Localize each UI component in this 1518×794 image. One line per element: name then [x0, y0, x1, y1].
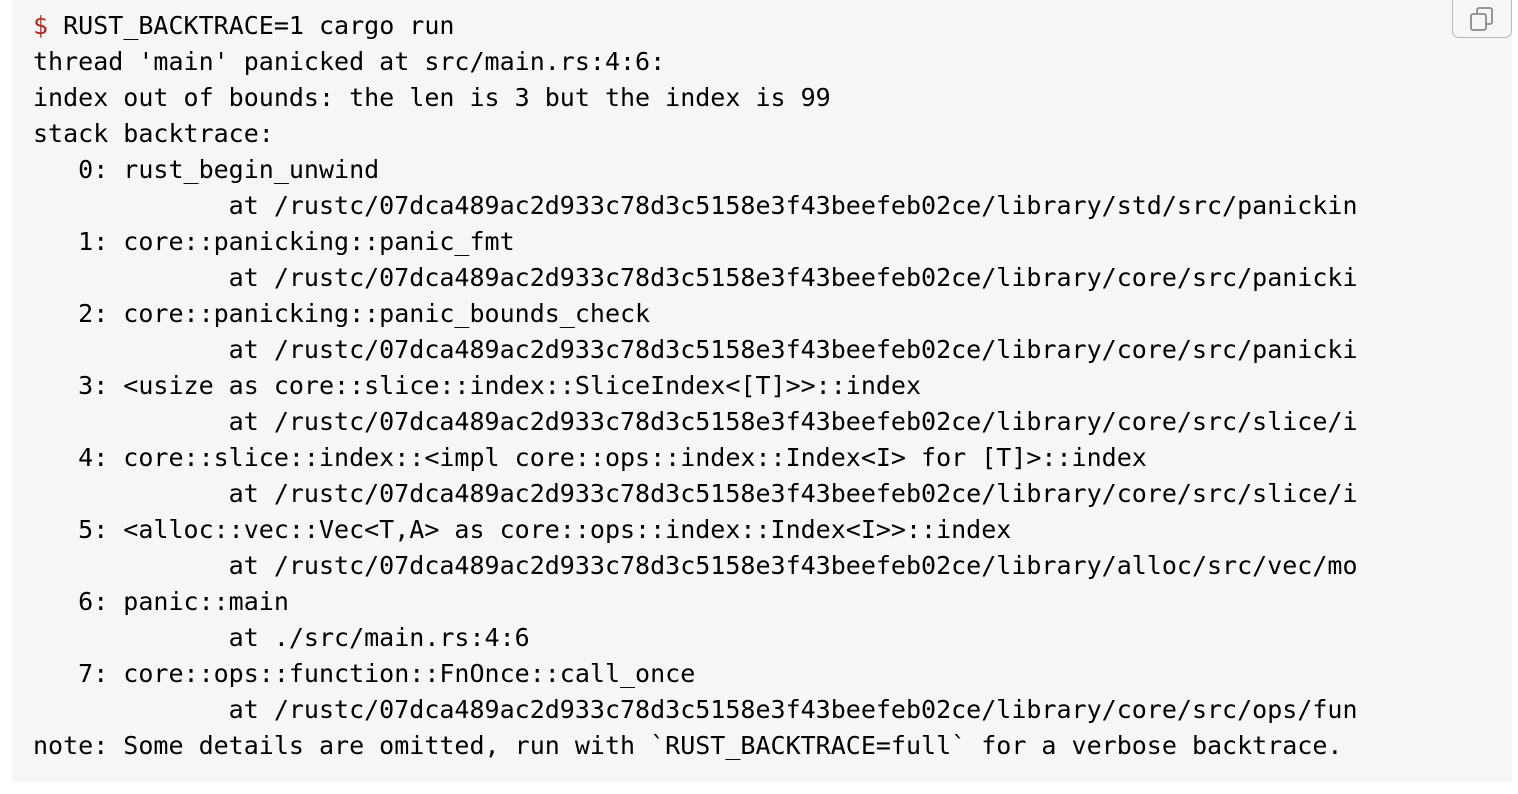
output-line: 0: rust_begin_unwind: [33, 155, 380, 184]
output-line: note: Some details are omitted, run with…: [33, 731, 1343, 760]
output-line: 4: core::slice::index::<impl core::ops::…: [33, 443, 1147, 472]
output-line: 1: core::panicking::panic_fmt: [33, 227, 515, 256]
code-block: $ RUST_BACKTRACE=1 cargo run thread 'main…: [12, 0, 1512, 782]
output-line: at /rustc/07dca489ac2d933c78d3c5158e3f43…: [33, 479, 1358, 508]
output-line: 6: panic::main: [33, 587, 289, 616]
output-line: at /rustc/07dca489ac2d933c78d3c5158e3f43…: [33, 263, 1358, 292]
command-text: RUST_BACKTRACE=1 cargo run: [63, 11, 455, 40]
output-line: 3: <usize as core::slice::index::SliceIn…: [33, 371, 922, 400]
output-line: at /rustc/07dca489ac2d933c78d3c5158e3f43…: [33, 695, 1358, 724]
output-line: index out of bounds: the len is 3 but th…: [33, 83, 831, 112]
output-line: at ./src/main.rs:4:6: [33, 623, 530, 652]
output-line: at /rustc/07dca489ac2d933c78d3c5158e3f43…: [33, 407, 1358, 436]
code-text: $ RUST_BACKTRACE=1 cargo run thread 'main…: [12, 0, 1512, 764]
output-line: 7: core::ops::function::FnOnce::call_onc…: [33, 659, 696, 688]
output-line: stack backtrace:: [33, 119, 274, 148]
output-line: at /rustc/07dca489ac2d933c78d3c5158e3f43…: [33, 551, 1358, 580]
output-line: thread 'main' panicked at src/main.rs:4:…: [33, 47, 666, 76]
prompt-symbol: $: [33, 11, 49, 40]
output-line: 5: <alloc::vec::Vec<T,A> as core::ops::i…: [33, 515, 1012, 544]
output-line: at /rustc/07dca489ac2d933c78d3c5158e3f43…: [33, 335, 1358, 364]
output-line: at /rustc/07dca489ac2d933c78d3c5158e3f43…: [33, 191, 1358, 220]
command-line: $ RUST_BACKTRACE=1 cargo run: [33, 8, 1512, 44]
copy-button[interactable]: [1452, 0, 1512, 38]
copy-icon: [1470, 6, 1493, 31]
output-line: 2: core::panicking::panic_bounds_check: [33, 299, 651, 328]
